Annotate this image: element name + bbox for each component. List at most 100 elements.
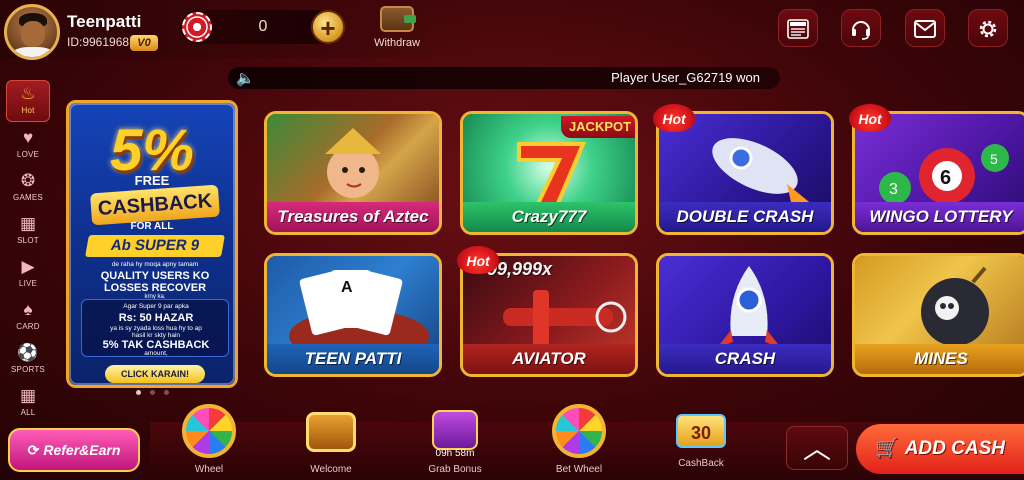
scroll-up-button[interactable]: ︿ xyxy=(786,426,848,470)
carousel-dot-3[interactable] xyxy=(164,390,169,395)
headset-icon xyxy=(852,21,870,40)
promo-for-all: FOR ALL xyxy=(130,221,174,232)
user-id: ID:9961968 xyxy=(67,35,130,49)
heart-icon: ♥ xyxy=(22,128,34,147)
sidebar-item-love[interactable]: ♥ LOVE xyxy=(6,125,50,167)
cashback-label: CashBack xyxy=(678,458,724,469)
bonus-timer: 09h 58m xyxy=(435,448,475,459)
flame-icon: ♨ xyxy=(20,84,36,103)
live-icon: ▶ xyxy=(21,257,35,276)
refer-earn-label: Refer&Earn xyxy=(43,442,121,458)
add-cash-button[interactable]: 🛒 ADD CASH xyxy=(856,424,1024,474)
bonus-envelope-icon xyxy=(432,410,478,450)
gear-icon xyxy=(979,20,997,38)
sidebar-item-label: GAMES xyxy=(13,193,43,202)
bet-wheel-label: Bet Wheel xyxy=(555,464,603,475)
mail-button[interactable] xyxy=(905,9,945,47)
sidebar-item-all[interactable]: ▦ ALL xyxy=(6,383,50,425)
avatar[interactable] xyxy=(4,4,60,60)
hot-badge: Hot xyxy=(653,104,695,132)
game-label: MINES xyxy=(855,344,1024,374)
sidebar-item-label: LOVE xyxy=(16,150,40,159)
promo-box-line4: hasil kr skty hain xyxy=(131,332,181,339)
sidebar-item-hot[interactable]: ♨ Hot xyxy=(6,80,50,122)
game-tile-mines[interactable]: MINES xyxy=(852,253,1024,377)
cart-icon: 🛒 xyxy=(875,438,899,459)
sidebar-item-slot[interactable]: ▦ SLOT xyxy=(6,211,50,253)
game-tile-crazy777[interactable]: JACKPOT Crazy777 xyxy=(460,111,638,235)
click-karain-button[interactable]: CLICK KARAIN! xyxy=(105,365,205,383)
game-tile-crash[interactable]: CRASH xyxy=(656,253,834,377)
carousel-dot-1[interactable] xyxy=(136,390,141,395)
news-icon xyxy=(787,19,809,39)
game-tile-treasures-of-aztec[interactable]: Treasures of Aztec xyxy=(264,111,442,235)
game-label: WINGO LOTTERY xyxy=(855,202,1024,232)
cashback-promo-banner[interactable]: 5% FREE CASHBACK FOR ALL Ab SUPER 9 de r… xyxy=(66,100,238,388)
grid-icon: ▦ xyxy=(19,386,37,405)
add-cash-label: ADD CASH xyxy=(904,438,1005,459)
wallet-icon xyxy=(380,6,416,32)
sidebar-item-label: CARD xyxy=(16,322,40,331)
wheel-icon xyxy=(182,404,236,458)
username: Teenpatti xyxy=(67,12,142,31)
sidebar-item-label: SLOT xyxy=(17,236,39,245)
speaker-icon: 🔈 xyxy=(236,70,255,87)
settings-button[interactable] xyxy=(968,9,1008,47)
treasure-chest-icon xyxy=(306,412,356,452)
sidebar-item-games[interactable]: ❂ GAMES xyxy=(6,168,50,210)
game-label: TEEN PATTI xyxy=(267,344,439,374)
hot-badge: Hot xyxy=(457,246,499,274)
carousel-dots xyxy=(136,390,176,398)
news-button[interactable] xyxy=(778,9,818,47)
svg-text:A: A xyxy=(341,279,353,296)
vip-badge[interactable]: V0 xyxy=(130,35,158,51)
hot-badge: Hot xyxy=(849,104,891,132)
balance-box: 0 + xyxy=(180,10,345,44)
grab-bonus-label: Grab Bonus xyxy=(428,464,482,475)
game-tile-teen-patti[interactable]: A TEEN PATTI xyxy=(264,253,442,377)
sidebar-item-label: LIVE xyxy=(18,279,38,288)
welcome-button[interactable]: Welcome xyxy=(294,404,368,480)
profile-panel: Teenpatti ID:9961968 V0 0 + Withdraw xyxy=(0,0,455,60)
chevron-up-icon: ︿ xyxy=(802,433,831,464)
welcome-label: Welcome xyxy=(310,464,352,475)
marquee-text: Player User_G62719 won xyxy=(611,70,760,85)
promo-details-box: Agar Super 9 par apka Rs: 50 HAZAR ya is… xyxy=(81,299,229,357)
card-icon: ♠ xyxy=(23,300,33,319)
support-button[interactable] xyxy=(841,9,881,47)
game-label: CRASH xyxy=(659,344,831,374)
slot-icon: ▦ xyxy=(19,214,37,233)
sidebar-item-live[interactable]: ▶ LIVE xyxy=(6,254,50,296)
cashback-button[interactable]: 30 CashBack xyxy=(664,404,738,480)
category-sidebar: ♨ Hot ♥ LOVE ❂ GAMES ▦ SLOT ▶ LIVE ♠ CAR… xyxy=(6,80,50,425)
promo-box-line2: Rs: 50 HAZAR xyxy=(118,312,194,324)
deposit-plus-button[interactable]: + xyxy=(311,10,345,44)
promo-line3: LOSSES RECOVER xyxy=(103,282,207,294)
promo-box-line1: Agar Super 9 par apka xyxy=(123,303,189,310)
jackpot-badge: JACKPOT xyxy=(561,116,635,138)
sidebar-item-label: ALL xyxy=(20,408,36,417)
carousel-dot-2[interactable] xyxy=(150,390,155,395)
game-label: AVIATOR xyxy=(463,344,635,374)
wheel-button[interactable]: Wheel xyxy=(172,404,246,480)
svg-text:5: 5 xyxy=(990,151,998,167)
sidebar-item-sports[interactable]: ⚽ SPORTS xyxy=(6,340,50,382)
svg-text:6: 6 xyxy=(940,167,951,189)
grab-bonus-button[interactable]: 09h 58m Grab Bonus xyxy=(418,404,492,480)
promo-super9: Ab SUPER 9 xyxy=(85,235,225,257)
promo-line1: de raha hy moqa apny tamam xyxy=(111,261,199,268)
game-label: Crazy777 xyxy=(463,202,635,232)
sidebar-item-label: Hot xyxy=(21,106,35,115)
withdraw-button[interactable]: Withdraw xyxy=(372,6,422,54)
sidebar-item-card[interactable]: ♠ CARD xyxy=(6,297,50,339)
bet-wheel-button[interactable]: Bet Wheel xyxy=(542,404,616,480)
top-bar: Teenpatti ID:9961968 V0 0 + Withdraw xyxy=(0,0,1024,62)
sidebar-item-label: SPORTS xyxy=(11,365,45,374)
refer-earn-button[interactable]: ⟳ Refer&Earn xyxy=(8,428,140,472)
sports-icon: ⚽ xyxy=(17,343,39,362)
wheel-label: Wheel xyxy=(194,464,224,475)
game-label: DOUBLE CRASH xyxy=(659,202,831,232)
mail-icon xyxy=(914,20,936,38)
chip-icon xyxy=(182,12,212,42)
bet-wheel-icon xyxy=(552,404,606,458)
